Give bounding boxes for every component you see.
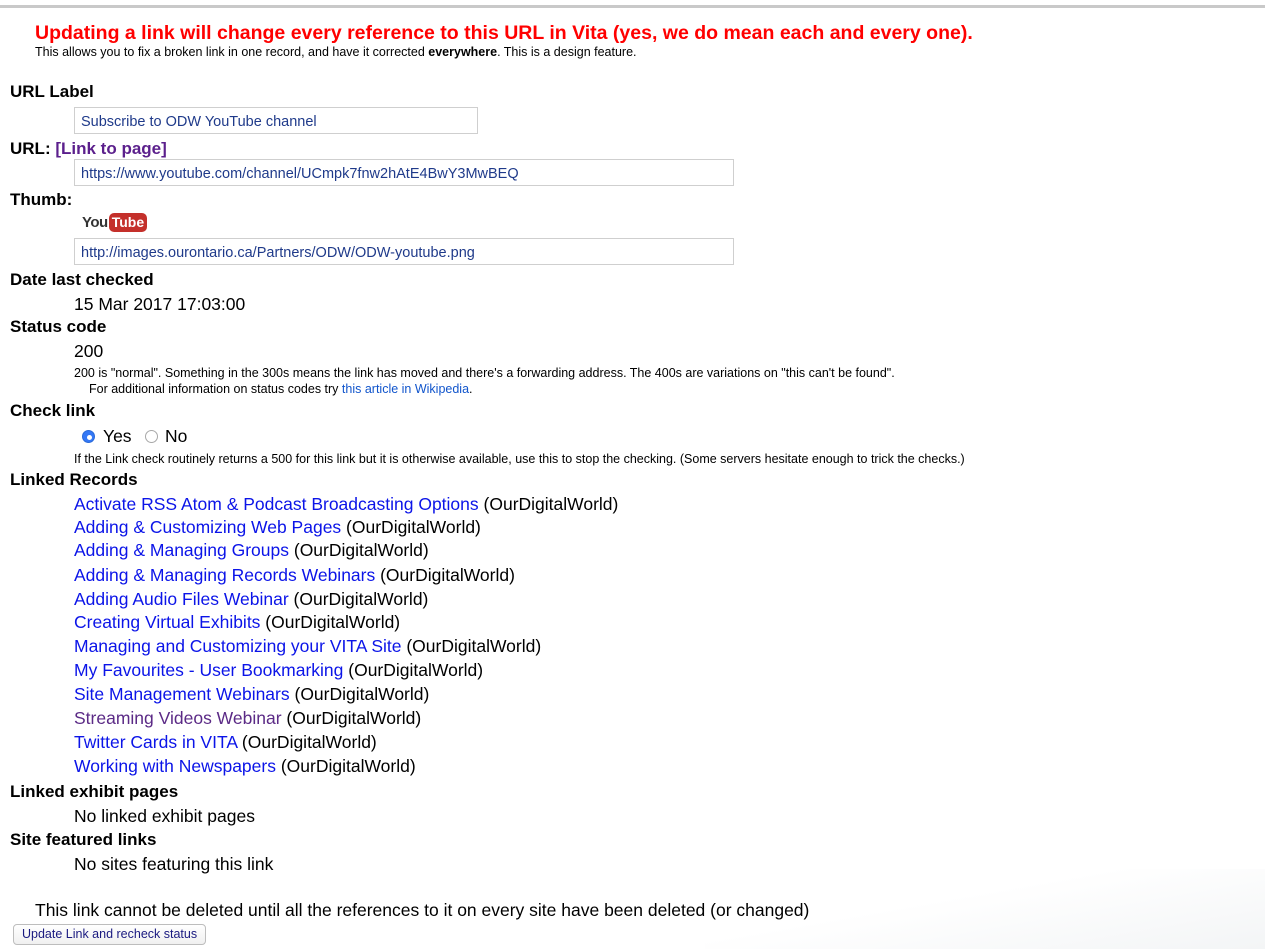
radio-yes[interactable] — [82, 430, 95, 443]
warning-subtext: This allows you to fix a broken link in … — [35, 45, 637, 59]
status-code-more: For additional information on status cod… — [89, 382, 473, 396]
list-item: Adding & Managing Groups (OurDigitalWorl… — [74, 540, 429, 561]
status-code-value: 200 — [74, 341, 104, 361]
date-checked-heading: Date last checked — [10, 270, 154, 289]
check-link-note: If the Link check routinely returns a 50… — [74, 452, 965, 466]
background-shade — [705, 869, 1265, 949]
linked-record-site: (OurDigitalWorld) — [289, 540, 429, 560]
linked-record-site: (OurDigitalWorld) — [478, 494, 619, 514]
linked-record-link[interactable]: My Favourites - User Bookmarking — [74, 660, 343, 680]
linked-exhibit-pages-value: No linked exhibit pages — [74, 806, 255, 826]
list-item: Streaming Videos Webinar (OurDigitalWorl… — [74, 708, 421, 729]
list-item: Adding Audio Files Webinar (OurDigitalWo… — [74, 589, 428, 610]
warning-sub-bold: everywhere — [428, 45, 498, 59]
list-item: Twitter Cards in VITA (OurDigitalWorld) — [74, 732, 377, 753]
linked-exhibit-pages-heading: Linked exhibit pages — [10, 782, 179, 801]
linked-record-site: (OurDigitalWorld) — [237, 732, 377, 752]
status-code-heading: Status code — [10, 317, 107, 336]
linked-record-site: (OurDigitalWorld) — [288, 589, 429, 609]
status-code-note: 200 is "normal". Something in the 300s m… — [74, 366, 895, 380]
linked-record-site: (OurDigitalWorld) — [260, 612, 401, 632]
linked-record-link[interactable]: Working with Newspapers — [74, 756, 276, 776]
youtube-logo-tube: Tube — [108, 212, 148, 232]
linked-record-site: (OurDigitalWorld) — [341, 517, 481, 537]
linked-record-site: (OurDigitalWorld) — [401, 636, 542, 656]
youtube-logo-you: You — [82, 213, 108, 231]
list-item: Site Management Webinars (OurDigitalWorl… — [74, 684, 429, 705]
linked-record-link[interactable]: Adding & Managing Records Webinars — [74, 565, 375, 585]
linked-record-link[interactable]: Creating Virtual Exhibits — [74, 612, 260, 632]
wikipedia-article-link[interactable]: this article in Wikipedia — [342, 382, 469, 396]
list-item: Creating Virtual Exhibits (OurDigitalWor… — [74, 612, 400, 633]
radio-yes-label: Yes — [103, 426, 132, 446]
status-more-prefix: For additional information on status cod… — [89, 382, 342, 396]
list-item: Working with Newspapers (OurDigitalWorld… — [74, 756, 416, 777]
linked-record-link[interactable]: Adding & Customizing Web Pages — [74, 517, 341, 537]
site-featured-links-value: No sites featuring this link — [74, 854, 274, 874]
url-label-input[interactable] — [74, 107, 478, 134]
linked-record-site: (OurDigitalWorld) — [289, 684, 430, 704]
list-item: Adding & Managing Records Webinars (OurD… — [74, 565, 515, 586]
site-featured-links-heading: Site featured links — [10, 830, 157, 849]
linked-record-link[interactable]: Adding & Managing Groups — [74, 540, 289, 560]
check-link-no-option[interactable]: No — [145, 426, 187, 447]
list-item: Adding & Customizing Web Pages (OurDigit… — [74, 517, 481, 538]
linked-record-link[interactable]: Twitter Cards in VITA — [74, 732, 237, 752]
check-link-heading: Check link — [10, 401, 96, 420]
warning-sub-before: This allows you to fix a broken link in … — [35, 45, 429, 59]
warning-headline: Updating a link will change every refere… — [35, 22, 973, 44]
linked-record-link[interactable]: Adding Audio Files Webinar — [74, 589, 289, 609]
linked-record-link[interactable]: Managing and Customizing your VITA Site — [74, 636, 401, 656]
top-divider — [0, 5, 1265, 8]
linked-record-site: (OurDigitalWorld) — [281, 708, 422, 728]
url-input[interactable] — [74, 159, 734, 186]
thumb-heading: Thumb: — [10, 190, 73, 209]
url-label-heading: URL Label — [10, 82, 94, 101]
warning-sub-after: . This is a design feature. — [497, 45, 637, 59]
update-link-button[interactable]: Update Link and recheck status — [13, 924, 207, 945]
status-more-suffix: . — [469, 382, 473, 396]
check-link-yes-option[interactable]: Yes — [82, 426, 132, 447]
linked-record-site: (OurDigitalWorld) — [275, 756, 416, 776]
linked-record-link[interactable]: Site Management Webinars — [74, 684, 290, 704]
radio-no[interactable] — [145, 430, 158, 443]
list-item: Activate RSS Atom & Podcast Broadcasting… — [74, 494, 618, 515]
link-to-page-link[interactable]: [Link to page] — [55, 139, 166, 158]
url-heading: URL: [Link to page] — [10, 139, 167, 159]
linked-record-link[interactable]: Streaming Videos Webinar — [74, 708, 282, 728]
list-item: Managing and Customizing your VITA Site … — [74, 636, 541, 657]
linked-records-heading: Linked Records — [10, 470, 138, 489]
youtube-logo-thumbnail: You Tube — [82, 211, 148, 233]
linked-record-site: (OurDigitalWorld) — [343, 660, 484, 680]
radio-no-label: No — [165, 426, 188, 446]
list-item: My Favourites - User Bookmarking (OurDig… — [74, 660, 483, 681]
thumb-url-input[interactable] — [74, 238, 734, 265]
linked-record-site: (OurDigitalWorld) — [375, 565, 515, 585]
delete-note: This link cannot be deleted until all th… — [35, 900, 810, 920]
date-checked-value: 15 Mar 2017 17:03:00 — [74, 294, 246, 314]
linked-record-link[interactable]: Activate RSS Atom & Podcast Broadcasting… — [74, 494, 479, 514]
url-heading-text: URL: — [10, 139, 51, 158]
